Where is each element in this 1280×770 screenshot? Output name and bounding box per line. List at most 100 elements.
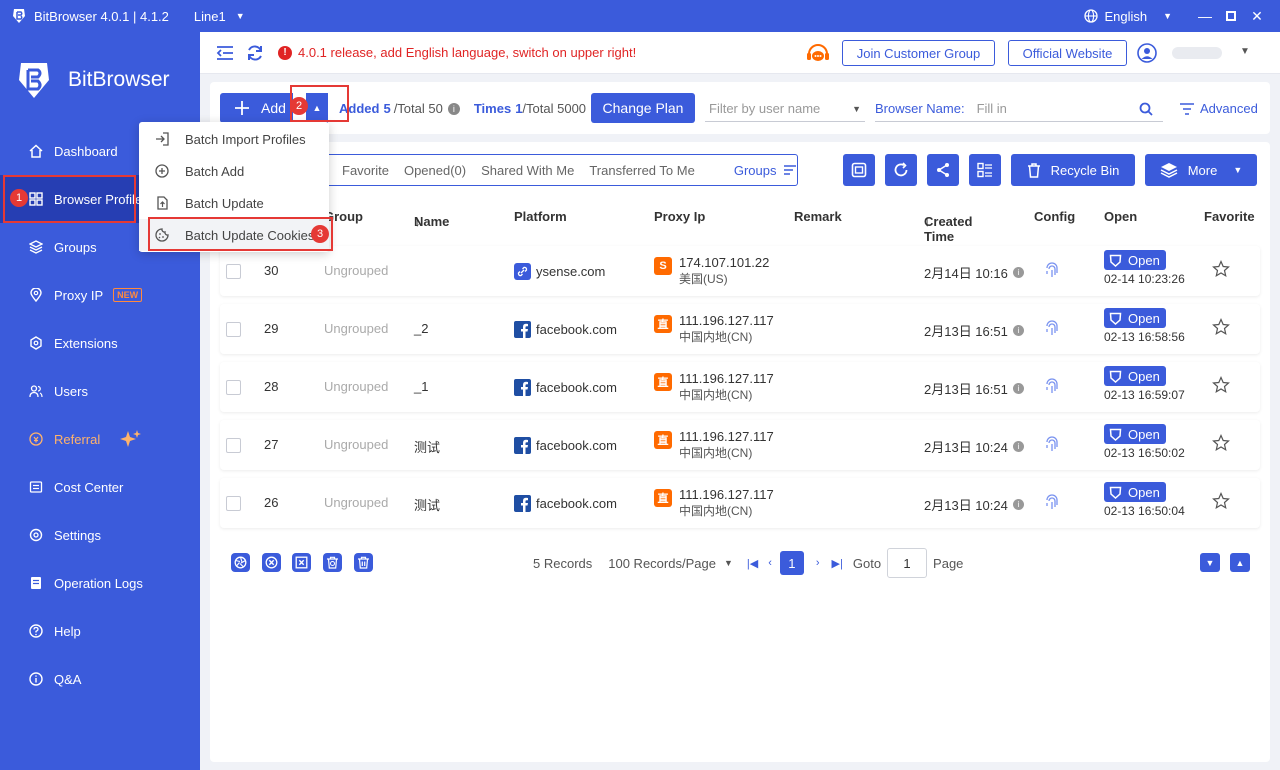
official-website-button[interactable]: Official Website	[1008, 40, 1127, 66]
open-button[interactable]: Open	[1104, 424, 1166, 444]
menu-item-batch-import[interactable]: Batch Import Profiles	[139, 123, 329, 155]
tab-opened[interactable]: Opened(0)	[404, 163, 466, 178]
column-config[interactable]: Config	[1034, 209, 1075, 224]
open-button[interactable]: Open	[1104, 308, 1166, 328]
column-platform[interactable]: Platform	[514, 209, 567, 224]
search-icon[interactable]	[1139, 102, 1153, 116]
page-size-select[interactable]: 100 Records/Page ▼	[608, 556, 733, 571]
row-checkbox[interactable]	[226, 264, 241, 279]
join-customer-group-button[interactable]: Join Customer Group	[842, 40, 995, 66]
star-icon[interactable]	[1212, 318, 1230, 336]
row-proxy: 直 111.196.127.117 中国内地(CN)	[654, 312, 774, 346]
fingerprint-icon[interactable]	[1044, 378, 1060, 396]
table-row[interactable]: 28 Ungrouped _1 facebook.com 直 111.196.1…	[220, 362, 1260, 412]
sidebar-item-cost-center[interactable]: Cost Center	[0, 463, 200, 511]
tab-favorite[interactable]: Favorite	[342, 163, 389, 178]
batch-clear-button[interactable]	[292, 553, 311, 572]
add-button[interactable]: Add	[220, 93, 293, 123]
info-icon[interactable]: i	[1012, 499, 1024, 510]
change-plan-button[interactable]: Change Plan	[591, 93, 695, 123]
column-remark[interactable]: Remark	[794, 209, 842, 224]
row-checkbox[interactable]	[226, 438, 241, 453]
sidebar-item-qa[interactable]: Q&A	[0, 655, 200, 703]
minimize-button[interactable]: —	[1192, 0, 1218, 32]
list-view-button[interactable]	[969, 154, 1001, 186]
sidebar-item-operation-logs[interactable]: Operation Logs	[0, 559, 200, 607]
refresh-list-button[interactable]	[885, 154, 917, 186]
row-checkbox[interactable]	[226, 322, 241, 337]
title-bar: BitBrowser 4.0.1 | 4.1.2 Line1 ▼ English …	[0, 0, 1280, 32]
share-button[interactable]	[927, 154, 959, 186]
page-1-button[interactable]: 1	[779, 551, 804, 575]
batch-recycle-button[interactable]	[323, 553, 342, 572]
table-row[interactable]: 29 Ungrouped _2 facebook.com 直 111.196.1…	[220, 304, 1260, 354]
info-icon[interactable]: i	[1012, 325, 1024, 336]
row-checkbox[interactable]	[226, 496, 241, 511]
star-icon[interactable]	[1212, 492, 1230, 510]
chevron-down-icon[interactable]: ▼	[1240, 46, 1250, 57]
tab-transferred[interactable]: Transferred To Me	[589, 163, 695, 178]
info-icon[interactable]: i	[1012, 267, 1024, 278]
info-icon[interactable]: i	[1012, 383, 1024, 394]
window-sync-button[interactable]	[843, 154, 875, 186]
sidebar-item-referral[interactable]: Referral	[0, 415, 200, 463]
info-icon[interactable]: i	[447, 102, 460, 115]
app-title: BitBrowser 4.0.1 | 4.1.2	[34, 8, 169, 24]
menu-item-batch-add[interactable]: Batch Add	[139, 155, 329, 187]
sidebar-item-help[interactable]: Help	[0, 607, 200, 655]
info-icon[interactable]: i	[1012, 441, 1024, 452]
next-page-button[interactable]: ›	[816, 557, 820, 569]
column-favorite[interactable]: Favorite	[1204, 209, 1255, 224]
language-selector[interactable]: English ▼	[1084, 9, 1172, 24]
goto-page-input[interactable]: 1	[887, 548, 928, 578]
fingerprint-icon[interactable]	[1044, 436, 1060, 454]
tab-shared[interactable]: Shared With Me	[481, 163, 574, 178]
open-button[interactable]: Open	[1104, 482, 1166, 502]
star-icon[interactable]	[1212, 376, 1230, 394]
open-button[interactable]: Open	[1104, 366, 1166, 386]
fingerprint-icon[interactable]	[1044, 320, 1060, 338]
scroll-down-button[interactable]: ▼	[1200, 553, 1220, 572]
open-time: 02-13 16:50:04	[1104, 504, 1185, 518]
row-group: Ungrouped	[324, 379, 389, 394]
prev-page-button[interactable]: ‹	[768, 557, 772, 569]
sidebar-item-users[interactable]: Users	[0, 367, 200, 415]
batch-delete-button[interactable]	[354, 553, 373, 572]
table-row[interactable]: 27 Ungrouped 测试 facebook.com 直 111.196.1…	[220, 420, 1260, 470]
more-button[interactable]: More ▼	[1145, 154, 1257, 186]
star-icon[interactable]	[1212, 434, 1230, 452]
scroll-up-button[interactable]: ▲	[1230, 553, 1250, 572]
batch-close-button[interactable]	[262, 553, 281, 572]
row-name: 测试	[414, 498, 441, 513]
row-checkbox[interactable]	[226, 380, 241, 395]
sidebar-item-proxy-ip[interactable]: Proxy IP NEW	[0, 271, 200, 319]
column-open[interactable]: Open	[1104, 209, 1137, 224]
browser-name-search[interactable]: Browser Name: Fill in	[875, 96, 1163, 122]
last-page-button[interactable]: ▶|	[832, 557, 843, 570]
filter-by-user-select[interactable]: Filter by user name ▼	[705, 96, 865, 122]
collapse-menu-icon[interactable]	[215, 43, 235, 63]
open-button[interactable]: Open	[1104, 250, 1166, 270]
user-avatar-icon[interactable]	[1137, 43, 1157, 63]
first-page-button[interactable]: |◀	[747, 557, 758, 570]
advanced-filter-button[interactable]: Advanced	[1180, 101, 1258, 116]
fingerprint-icon[interactable]	[1044, 494, 1060, 512]
sidebar-item-settings[interactable]: Settings	[0, 511, 200, 559]
customer-service-icon[interactable]	[804, 41, 832, 65]
table-row[interactable]: 26 Ungrouped 测试 facebook.com 直 111.196.1…	[220, 478, 1260, 528]
line-selector[interactable]: Line1 ▼	[194, 9, 245, 24]
recycle-bin-button[interactable]: Recycle Bin	[1011, 154, 1135, 186]
annotation-box-3	[148, 217, 333, 251]
column-proxy[interactable]: Proxy Ip	[654, 209, 705, 224]
maximize-button[interactable]	[1218, 0, 1244, 32]
star-icon[interactable]	[1212, 260, 1230, 278]
close-button[interactable]: ✕	[1244, 0, 1270, 32]
table-row[interactable]: 30 Ungrouped ysense.com S 174.107.101.22…	[220, 246, 1260, 296]
menu-item-batch-update[interactable]: Batch Update	[139, 187, 329, 219]
batch-open-button[interactable]	[231, 553, 250, 572]
refresh-icon[interactable]	[245, 43, 265, 63]
browser-name-input[interactable]: Fill in	[977, 101, 1007, 116]
tab-groups[interactable]: Groups	[719, 163, 797, 178]
sidebar-item-extensions[interactable]: Extensions	[0, 319, 200, 367]
fingerprint-icon[interactable]	[1044, 262, 1060, 280]
